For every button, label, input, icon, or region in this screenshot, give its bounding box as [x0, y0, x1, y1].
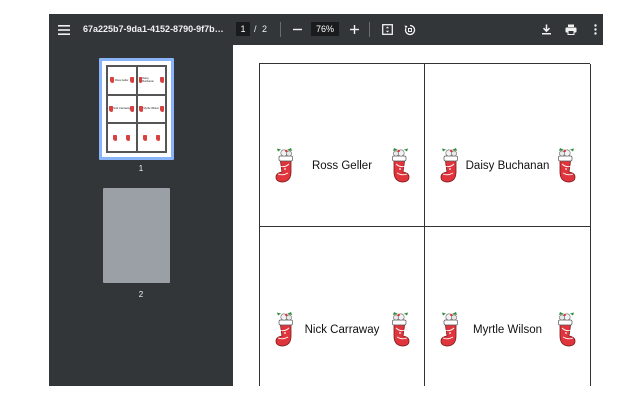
- page-separator: /: [254, 24, 257, 34]
- rotate-button[interactable]: [401, 14, 419, 45]
- stocking-icon: [386, 148, 412, 186]
- place-card: Nick Carraway: [260, 227, 425, 386]
- plus-icon: [349, 25, 359, 34]
- thumbnail-page-1[interactable]: Ross Geller Daisy Buchanan Nick Carraway…: [99, 58, 174, 160]
- stocking-icon: [552, 148, 578, 186]
- thumbnail-number: 2: [138, 290, 144, 299]
- print-button[interactable]: [561, 14, 581, 45]
- stocking-icon: [386, 312, 412, 350]
- toolbar-divider: [369, 22, 370, 37]
- minus-icon: [292, 28, 302, 31]
- place-card: Daisy Buchanan: [425, 64, 591, 227]
- download-icon: [541, 24, 551, 35]
- rotate-icon: [404, 24, 416, 35]
- zoom-in-button[interactable]: [345, 14, 363, 45]
- page-number-input[interactable]: 1: [236, 22, 250, 36]
- zoom-out-button[interactable]: [288, 14, 306, 45]
- document-page: Ross Geller Daisy Buchanan Nick Carraway: [233, 45, 603, 386]
- document-viewer[interactable]: Ross Geller Daisy Buchanan Nick Carraway: [233, 45, 603, 386]
- place-card: Ross Geller: [260, 64, 425, 227]
- thumbnail-sidebar: Ross Geller Daisy Buchanan Nick Carraway…: [49, 45, 233, 386]
- place-card: Myrtle Wilson: [425, 227, 591, 386]
- document-title: 67a225b7-9da1-4152-8790-9f7b…: [83, 24, 223, 34]
- total-pages: 2: [262, 24, 268, 34]
- more-vert-icon: [593, 24, 597, 35]
- more-options-button[interactable]: [589, 14, 601, 45]
- fit-to-page-icon: [381, 24, 393, 35]
- download-button[interactable]: [537, 14, 555, 45]
- stocking-icon: [552, 312, 578, 350]
- print-icon: [565, 24, 577, 35]
- thumbnail-preview: Ross Geller Daisy Buchanan Nick Carraway…: [106, 65, 167, 153]
- place-card-grid: Ross Geller Daisy Buchanan Nick Carraway: [259, 63, 591, 386]
- thumbnail-page-2[interactable]: [103, 188, 170, 283]
- toolbar: 67a225b7-9da1-4152-8790-9f7b… 1 / 2 76%: [49, 14, 603, 45]
- fit-to-page-button[interactable]: [378, 14, 396, 45]
- zoom-level-input[interactable]: 76%: [311, 22, 339, 36]
- thumbnail-number: 1: [138, 164, 144, 173]
- toolbar-divider: [280, 22, 281, 37]
- hamburger-menu-icon[interactable]: [53, 14, 75, 45]
- pdf-viewer-window: 67a225b7-9da1-4152-8790-9f7b… 1 / 2 76%: [49, 14, 603, 386]
